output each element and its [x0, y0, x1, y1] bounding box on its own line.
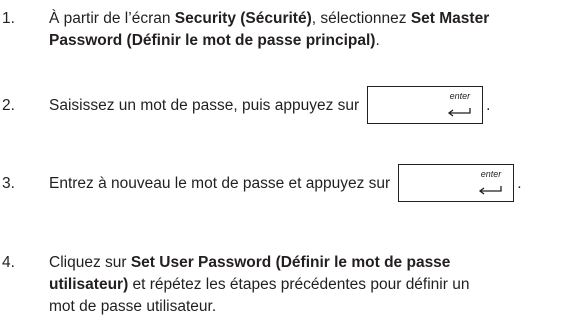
- enter-key: enter: [398, 164, 515, 203]
- enter-key-label: enter: [449, 91, 471, 101]
- enter-return-arrow-icon: [477, 181, 503, 203]
- enter-return-arrow-icon: [446, 103, 472, 125]
- step-line: Saisissez un mot de passe, puis appuyez …: [49, 97, 360, 114]
- step-text-segment: .: [486, 97, 491, 114]
- step-bold-segment: Security (Sécurité): [174, 10, 312, 27]
- step-line: Cliquez sur Set User Password (Définir l…: [49, 252, 579, 274]
- step-text: Entrez à nouveau le mot de passe et appu…: [49, 164, 579, 202]
- step-text-segment: , sélectionnez: [311, 10, 411, 27]
- step-text-segment: et répétez les étapes précédentes pour d…: [128, 276, 470, 293]
- step-line: Password (Définir le mot de passe princi…: [49, 30, 579, 52]
- step-line: À partir de l’écran Security (Sécurité),…: [49, 8, 579, 30]
- step-text-segment: Cliquez sur: [49, 254, 131, 271]
- step-number: 1.: [2, 10, 15, 27]
- enter-key: enter: [367, 86, 484, 125]
- step-number: 2.: [2, 97, 15, 114]
- step-line: Entrez à nouveau le mot de passe et appu…: [49, 175, 391, 192]
- step-text: Cliquez sur Set User Password (Définir l…: [49, 252, 579, 318]
- step-number: 3.: [2, 175, 15, 192]
- step-line: mot de passe utilisateur.: [49, 298, 217, 315]
- step-bold-segment: utilisateur): [49, 276, 129, 293]
- step-bold-segment: Set Master: [410, 10, 490, 27]
- step-text-segment: .: [517, 175, 522, 192]
- step-text-segment: À partir de l’écran: [49, 10, 175, 27]
- step-line: utilisateur) et répétez les étapes précé…: [49, 274, 579, 296]
- enter-key-label: enter: [480, 169, 502, 179]
- step-text: Saisissez un mot de passe, puis appuyez …: [49, 86, 579, 124]
- step-number: 4.: [2, 254, 15, 271]
- step-bold-segment: Password (Définir le mot de passe princi…: [49, 32, 376, 49]
- step-bold-segment: Set User Password (Définir le mot de pas…: [130, 254, 451, 271]
- step-text: À partir de l’écran Security (Sécurité),…: [49, 8, 579, 52]
- step-text-segment: .: [375, 32, 380, 49]
